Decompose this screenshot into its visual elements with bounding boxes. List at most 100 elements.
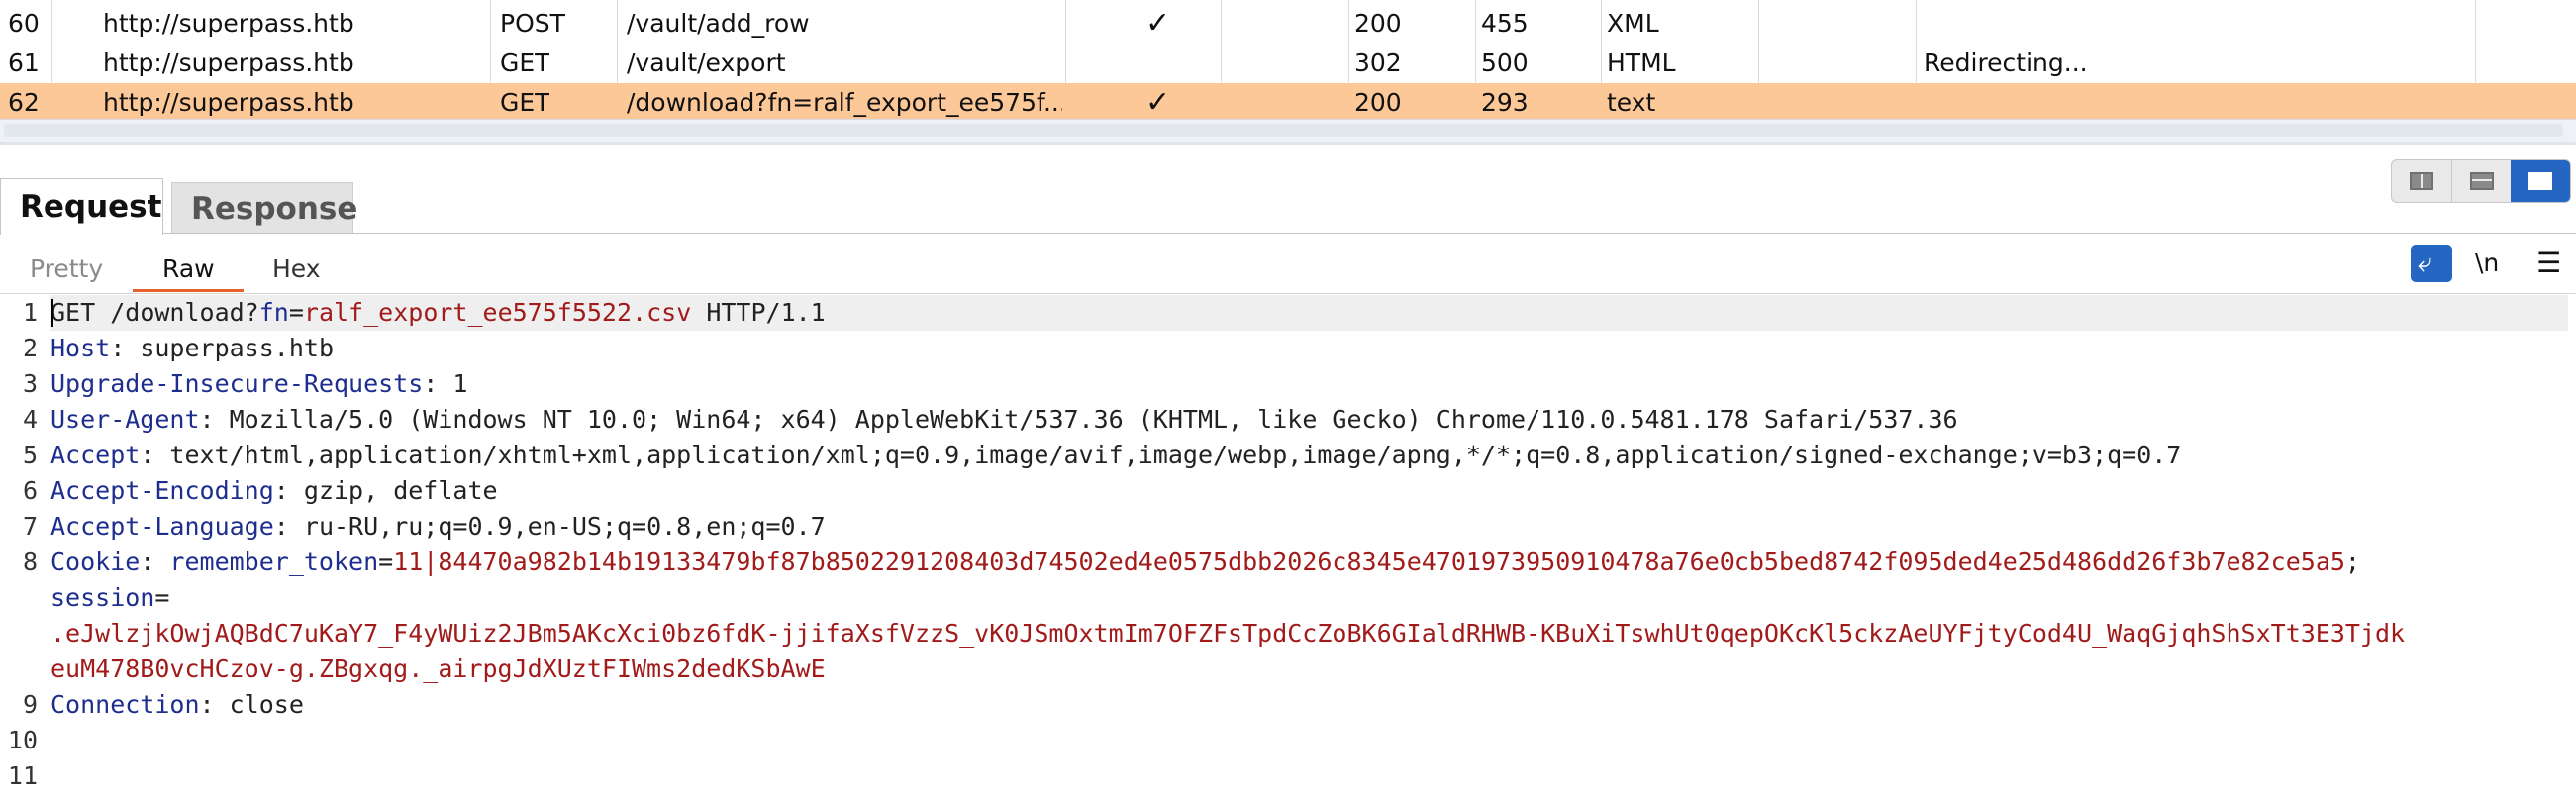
tab-response[interactable]: Response [171,182,357,234]
table-row[interactable]: 60 http://superpass.htb POST /vault/add_… [0,4,2576,44]
line-number: 5 [22,441,38,469]
subtab-raw[interactable]: Raw [162,249,215,289]
editor-divider [0,293,2576,294]
header-value: close [229,690,304,719]
cell-status: 302 [1354,49,1402,77]
table-row[interactable]: 61 http://superpass.htb GET /vault/expor… [0,44,2576,83]
header-value: text/html,application/xhtml+xml,applicat… [169,441,2182,469]
line-number: 11 [7,761,38,790]
columns-icon [2410,172,2433,190]
rows-icon [2470,172,2494,190]
cookie-header-line: Cookie: remember_token=11|84470a982b14b1… [50,548,2360,576]
header-line: Host: superpass.htb [50,334,334,362]
cell-method: POST [500,9,565,38]
line-number: 6 [22,476,38,505]
cookie-wrap-line: .eJwlzjkOwjAQBdC7uKaY7_F4yWUiz2JBm5AKcXc… [50,616,2405,651]
tab-request[interactable]: Request [0,178,163,235]
word-wrap-button[interactable]: ⤶ [2411,245,2452,282]
cell-length: 455 [1481,9,1529,38]
line-number: 9 [22,690,38,719]
layout-tabs-button[interactable] [2511,160,2570,202]
cell-length: 500 [1481,49,1529,77]
cookie-value: .eJwlzjkOwjAQBdC7uKaY7_F4yWUiz2JBm5AKcXc… [50,619,2406,648]
cell-id: 61 [8,49,40,77]
subtab-hex[interactable]: Hex [272,249,321,289]
header-line: Accept-Language: ru-RU,ru;q=0.9,en-US;q=… [50,512,826,541]
layout-stacked-button[interactable] [2451,160,2511,202]
header-line: Accept-Encoding: gzip, deflate [50,476,498,505]
single-pane-icon [2528,172,2552,190]
cell-status: 200 [1354,9,1402,38]
layout-toggle-group [2391,159,2571,203]
word-wrap-icon: ⤶ [2418,248,2433,278]
cell-host: http://superpass.htb [103,9,354,38]
table-row-selected[interactable]: 62 http://superpass.htb GET /download?fn… [0,83,2576,123]
cell-mime: text [1607,88,1656,117]
horizontal-scrollbar[interactable] [0,119,2576,143]
cell-id: 60 [8,9,40,38]
query-param-value: ralf_export_ee575f5522.csv [303,298,692,327]
cell-mime: HTML [1607,49,1676,77]
pane-splitter[interactable] [0,142,2576,145]
header-value: ru-RU,ru;q=0.9,en-US;q=0.8,en;q=0.7 [303,512,826,541]
request-path: /download? [110,298,259,327]
cell-host: http://superpass.htb [103,88,354,117]
subtab-pretty[interactable]: Pretty [30,249,103,289]
tab-strip-divider [0,233,2576,234]
query-param-name: fn [258,298,289,327]
text-caret [51,299,53,327]
request-method: GET [50,298,96,327]
header-line: Upgrade-Insecure-Requests: 1 [50,369,468,398]
show-newlines-button[interactable]: \n [2475,245,2499,282]
header-line: Accept: text/html,application/xhtml+xml,… [50,441,2182,469]
menu-icon[interactable]: ☰ [2536,245,2561,282]
cell-url: /vault/export [627,49,786,77]
header-value: Mozilla/5.0 (Windows NT 10.0; Win64; x64… [229,405,1958,434]
proxy-history-table: 60 http://superpass.htb POST /vault/add_… [0,0,2576,144]
header-name: Host [50,334,111,362]
header-value: 1 [452,369,468,398]
cell-length: 293 [1481,88,1529,117]
cell-status: 200 [1354,88,1402,117]
cell-title: Redirecting... [1924,49,2088,77]
header-name: Connection [50,690,200,719]
raw-request-editor[interactable]: 1 2 3 4 5 6 7 8 9 10 11 GET /download?fn… [0,295,2576,798]
header-name: Accept [50,441,141,469]
header-line: User-Agent: Mozilla/5.0 (Windows NT 10.0… [50,405,1958,434]
cell-url: /vault/add_row [627,9,810,38]
line-number: 1 [22,298,38,327]
scrollbar-thumb[interactable] [4,124,2563,137]
header-name: Cookie [50,548,141,576]
line-number: 10 [7,726,38,754]
line-number: 2 [22,334,38,362]
header-line: Connection: close [50,690,304,719]
cell-params-check-icon: ✓ [1145,6,1171,41]
cookie-wrap-line: session= [50,583,170,612]
cell-method: GET [500,49,550,77]
cookie-name: session [50,583,155,612]
header-name: Accept-Encoding [50,476,274,505]
http-version: HTTP/1.1 [706,298,826,327]
header-name: User-Agent [50,405,200,434]
cell-id: 62 [8,88,40,117]
cell-url: /download?fn=ralf_export_ee575f... [627,88,1062,117]
cookie-name: remember_token [169,548,379,576]
line-number: 8 [22,548,38,576]
line-number: 7 [22,512,38,541]
header-value: gzip, deflate [303,476,498,505]
header-name: Accept-Language [50,512,274,541]
cookie-wrap-line: euM478B0vcHCzov-g.ZBgxqg._airpgJdXUztFIW… [50,651,826,687]
cell-host: http://superpass.htb [103,49,354,77]
line-number: 4 [22,405,38,434]
cookie-value: 11|84470a982b14b19133479bf87b85022912084… [393,548,2345,576]
cell-method: GET [500,88,550,117]
request-line: GET /download?fn=ralf_export_ee575f5522.… [50,298,826,327]
cookie-value: euM478B0vcHCzov-g.ZBgxqg._airpgJdXUztFIW… [50,654,826,683]
cell-params-check-icon: ✓ [1145,85,1171,120]
header-name: Upgrade-Insecure-Requests [50,369,424,398]
line-number: 3 [22,369,38,398]
active-subtab-indicator [133,289,244,292]
layout-side-by-side-button[interactable] [2392,160,2451,202]
cell-mime: XML [1607,9,1659,38]
header-value: superpass.htb [140,334,334,362]
